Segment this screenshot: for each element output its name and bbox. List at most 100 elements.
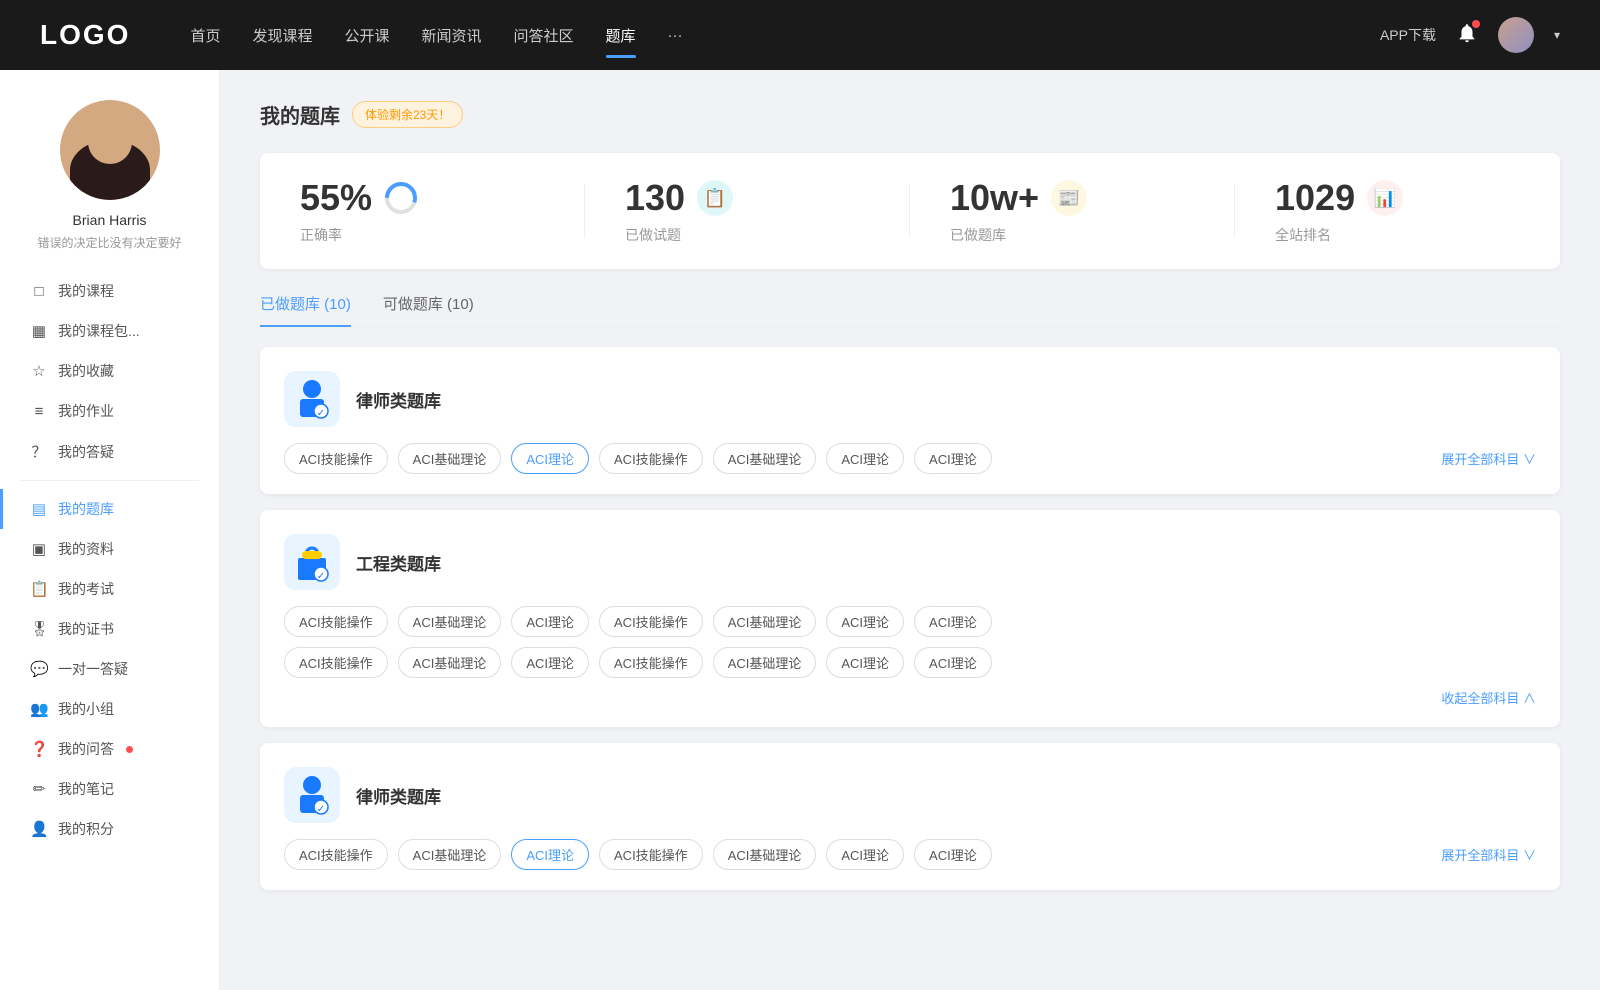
sidebar-item-我的资料[interactable]: ▣我的资料: [0, 529, 219, 569]
menu-icon: ▣: [30, 540, 48, 558]
tag-1[interactable]: ACI基础理论: [398, 839, 502, 870]
tag-5[interactable]: ACI理论: [826, 443, 904, 474]
note-orange-icon: 📰: [1051, 180, 1087, 216]
notification-bell[interactable]: [1456, 22, 1478, 49]
menu-icon: ❓: [30, 740, 48, 758]
nav-link-新闻资讯[interactable]: 新闻资讯: [422, 21, 482, 50]
sidebar-item-我的考试[interactable]: 📋我的考试: [0, 569, 219, 609]
sidebar-item-我的收藏[interactable]: ☆我的收藏: [0, 351, 219, 391]
sidebar-divider: [20, 480, 199, 481]
tag-5[interactable]: ACI理论: [826, 606, 904, 637]
app-download-button[interactable]: APP下载: [1380, 25, 1436, 45]
sidebar-motto: 错误的决定比没有决定要好: [37, 234, 181, 251]
tabs-row: 已做题库 (10) 可做题库 (10): [260, 293, 1560, 327]
tag-1[interactable]: ACI基础理论: [398, 606, 502, 637]
stat-label: 全站排名: [1275, 225, 1331, 245]
tag-0[interactable]: ACI技能操作: [284, 839, 388, 870]
bank-card-header: ✓ 工程类题库: [284, 534, 1536, 590]
svg-text:✓: ✓: [317, 804, 325, 815]
tag-row2-5[interactable]: ACI理论: [826, 647, 904, 678]
user-menu-dropdown[interactable]: ▾: [1554, 28, 1560, 42]
sidebar-item-我的笔记[interactable]: ✏我的笔记: [0, 769, 219, 809]
sidebar-item-我的题库[interactable]: ▤ 我的题库: [0, 489, 219, 529]
tag-row2-6[interactable]: ACI理论: [914, 647, 992, 678]
menu-icon: 👤: [30, 820, 48, 838]
stat-top: 55%: [300, 177, 418, 219]
tag-0[interactable]: ACI技能操作: [284, 606, 388, 637]
tag-6[interactable]: ACI理论: [914, 839, 992, 870]
tag-2[interactable]: ACI理论: [511, 443, 589, 474]
tags-row-2: ACI技能操作 ACI基础理论 ACI理论 ACI技能操作 ACI基础理论 ACI理论 AC…: [284, 647, 1536, 678]
tag-row2-2[interactable]: ACI理论: [511, 647, 589, 678]
sidebar-item-我的证书[interactable]: 🎖我的证书: [0, 609, 219, 649]
sidebar-item-我的答疑[interactable]: ？我的答疑: [0, 431, 219, 472]
menu-label: 我的课程包...: [58, 321, 140, 341]
expand-button[interactable]: 展开全部科目 ∨: [1441, 449, 1536, 468]
bank-title: 律师类题库: [356, 387, 441, 412]
nav-link-发现课程[interactable]: 发现课程: [252, 21, 312, 50]
bank-card-0: ✓ 律师类题库 ACI技能操作 ACI基础理论 ACI理论 ACI技能操作 ACI基础理…: [260, 347, 1560, 494]
menu-label: 我的题库: [58, 499, 114, 519]
tag-2[interactable]: ACI理论: [511, 606, 589, 637]
tab-0[interactable]: 已做题库 (10): [260, 293, 351, 326]
bank-card-header: ✓ 律师类题库: [284, 767, 1536, 823]
bank-icon: ✓: [284, 767, 340, 823]
tag-4[interactable]: ACI基础理论: [713, 839, 817, 870]
tag-row2-4[interactable]: ACI基础理论: [713, 647, 817, 678]
nav-link-公开课[interactable]: 公开课: [344, 21, 389, 50]
menu-icon: ≡: [30, 403, 48, 420]
stat-item-3: 1029 📊 全站排名: [1235, 177, 1560, 245]
sidebar-item-我的课程[interactable]: □我的课程: [0, 271, 219, 311]
nav-link-题库[interactable]: 题库: [606, 21, 636, 50]
stat-label: 正确率: [300, 225, 342, 245]
tags-row-1: ACI技能操作 ACI基础理论 ACI理论 ACI技能操作 ACI基础理论 ACI理论 AC…: [284, 839, 1536, 870]
tag-3[interactable]: ACI技能操作: [599, 839, 703, 870]
tag-3[interactable]: ACI技能操作: [599, 443, 703, 474]
menu-label: 我的小组: [58, 699, 114, 719]
tab-1[interactable]: 可做题库 (10): [383, 293, 474, 326]
tag-row2-0[interactable]: ACI技能操作: [284, 647, 388, 678]
stat-value: 1029: [1275, 177, 1355, 219]
nav-link-问答社区[interactable]: 问答社区: [514, 21, 574, 50]
menu-label: 我的问答: [58, 739, 114, 759]
stat-top: 130 📋: [625, 177, 733, 219]
bank-card-2: ✓ 律师类题库 ACI技能操作 ACI基础理论 ACI理论 ACI技能操作 ACI基础理…: [260, 743, 1560, 890]
tag-3[interactable]: ACI技能操作: [599, 606, 703, 637]
menu-icon: ▦: [30, 322, 48, 340]
bank-title: 工程类题库: [356, 550, 441, 575]
nav-link-首页[interactable]: 首页: [190, 21, 220, 50]
bank-icon: ✓: [284, 371, 340, 427]
sidebar-item-我的积分[interactable]: 👤 我的积分: [0, 809, 219, 849]
tag-0[interactable]: ACI技能操作: [284, 443, 388, 474]
stat-label: 已做题库: [950, 225, 1006, 245]
expand-button[interactable]: 展开全部科目 ∨: [1441, 845, 1536, 864]
tag-1[interactable]: ACI基础理论: [398, 443, 502, 474]
tag-row2-1[interactable]: ACI基础理论: [398, 647, 502, 678]
sidebar-item-一对一答疑[interactable]: 💬一对一答疑: [0, 649, 219, 689]
menu-icon: ▤: [30, 500, 48, 518]
tag-4[interactable]: ACI基础理论: [713, 443, 817, 474]
main-content: 我的题库 体验剩余23天！ 55% 正确率 130 📋 已做试题 10w+ 📰 …: [220, 70, 1600, 990]
tag-2[interactable]: ACI理论: [511, 839, 589, 870]
sidebar: Brian Harris 错误的决定比没有决定要好 □我的课程▦我的课程包...…: [0, 70, 220, 990]
trial-badge: 体验剩余23天！: [352, 101, 463, 128]
tag-row2-3[interactable]: ACI技能操作: [599, 647, 703, 678]
tag-5[interactable]: ACI理论: [826, 839, 904, 870]
menu-label: 我的积分: [58, 819, 114, 839]
sidebar-item-我的课程包...[interactable]: ▦ 我的课程包...: [0, 311, 219, 351]
tag-4[interactable]: ACI基础理论: [713, 606, 817, 637]
bank-title: 律师类题库: [356, 783, 441, 808]
sidebar-menu: □我的课程 ▦ 我的课程包... ☆我的收藏≡我的作业？我的答疑 ▤ 我的题库 ▣我的资料📋…: [0, 271, 219, 849]
user-avatar[interactable]: [1498, 17, 1534, 53]
svg-text:✓: ✓: [317, 571, 325, 582]
stats-row: 55% 正确率 130 📋 已做试题 10w+ 📰 已做题库 1029 📊 全站…: [260, 153, 1560, 269]
collapse-button[interactable]: 收起全部科目 ∧: [1441, 688, 1536, 707]
sidebar-item-我的问答[interactable]: ❓ 我的问答: [0, 729, 219, 769]
sidebar-item-我的作业[interactable]: ≡我的作业: [0, 391, 219, 431]
tag-6[interactable]: ACI理论: [914, 443, 992, 474]
nav-link-···[interactable]: ···: [668, 23, 683, 48]
sidebar-avatar: [60, 100, 160, 200]
sidebar-item-我的小组[interactable]: 👥我的小组: [0, 689, 219, 729]
page-header: 我的题库 体验剩余23天！: [260, 100, 1560, 129]
tag-6[interactable]: ACI理论: [914, 606, 992, 637]
